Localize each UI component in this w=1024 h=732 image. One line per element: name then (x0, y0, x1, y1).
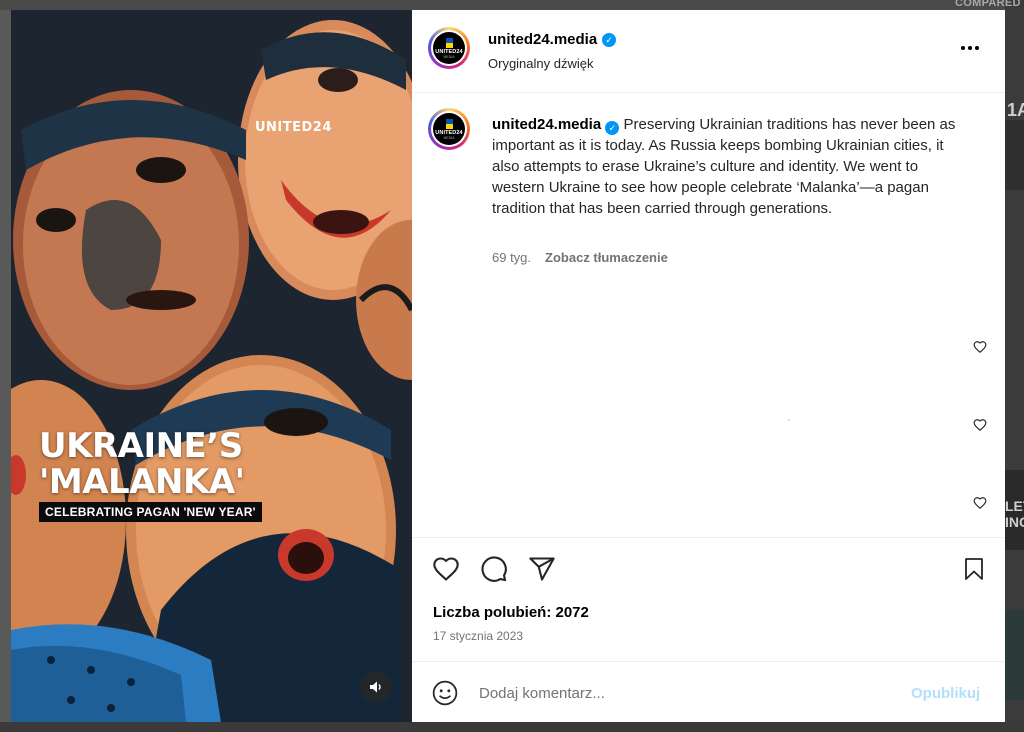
video-subtitle: CELEBRATING PAGAN 'NEW YEAR' (39, 502, 262, 522)
header-avatar[interactable]: UNITED24 MEDIA (428, 27, 470, 69)
emoji-icon[interactable] (432, 680, 458, 706)
comment-icon[interactable] (480, 555, 508, 583)
translate-button[interactable]: Zobacz tłumaczenie (545, 250, 668, 265)
bg-tile (0, 0, 1024, 10)
bg-caption-fragment: COMPARED (955, 0, 1021, 9)
video-title: UKRAINE’S 'MALANKA' (39, 428, 245, 500)
comment-like-icon[interactable] (973, 340, 987, 354)
speaker-icon (370, 681, 381, 693)
bg-fragment: LET (1005, 498, 1024, 514)
header-divider (412, 92, 1005, 93)
caption-avatar[interactable]: UNITED24 MEDIA (428, 108, 470, 150)
post-actions (432, 555, 556, 583)
actions-divider (412, 537, 1005, 538)
more-icon (961, 46, 979, 50)
flag-icon (445, 37, 453, 48)
bg-tile (1005, 120, 1024, 190)
brand-watermark: UNITED24 (255, 120, 332, 135)
bg-tile (1005, 610, 1024, 700)
save-bookmark-icon[interactable] (962, 555, 986, 583)
header-username[interactable]: united24.media ✓ (488, 31, 617, 48)
flag-icon (445, 118, 453, 129)
comment-like-icon[interactable] (973, 418, 987, 432)
bg-fragment: ING (1005, 514, 1024, 530)
share-icon[interactable] (528, 555, 556, 583)
verified-badge-icon: ✓ (602, 32, 617, 47)
like-icon[interactable] (432, 555, 460, 583)
post-modal: UNITED24 UKRAINE’S 'MALANKA' CELEBRATING… (11, 10, 1005, 722)
masks-artwork (11, 10, 412, 722)
comment-input[interactable] (479, 680, 879, 706)
username-link[interactable]: united24.media (488, 31, 597, 48)
post-video[interactable]: UNITED24 UKRAINE’S 'MALANKA' CELEBRATING… (11, 10, 412, 722)
more-options-button[interactable] (960, 40, 980, 51)
post-details-panel: UNITED24 MEDIA united24.media ✓ Oryginal… (412, 10, 1005, 722)
mute-button[interactable] (360, 671, 392, 703)
verified-badge-icon: ✓ (605, 121, 620, 135)
caption-username[interactable]: united24.media (492, 116, 601, 133)
likes-count[interactable]: Liczba polubień: 2072 (433, 604, 589, 621)
post-date: 17 stycznia 2023 (433, 629, 524, 643)
publish-button[interactable]: Opublikuj (911, 685, 980, 702)
loading-artifact (788, 419, 790, 421)
comment-bar: Opublikuj (412, 661, 1005, 723)
bg-tile (0, 722, 1024, 732)
post-age: 69 tyg. (492, 250, 532, 265)
video-title-line: UKRAINE’S (39, 426, 243, 466)
comment-like-icon[interactable] (973, 496, 987, 510)
audio-link[interactable]: Oryginalny dźwięk (488, 56, 594, 71)
video-title-line: 'MALANKA' (39, 462, 245, 502)
bg-fragment: 1A (1007, 100, 1024, 120)
caption-meta: 69 tyg. Zobacz tłumaczenie (492, 250, 668, 265)
post-caption: united24.media ✓ Preserving Ukrainian tr… (492, 114, 962, 219)
